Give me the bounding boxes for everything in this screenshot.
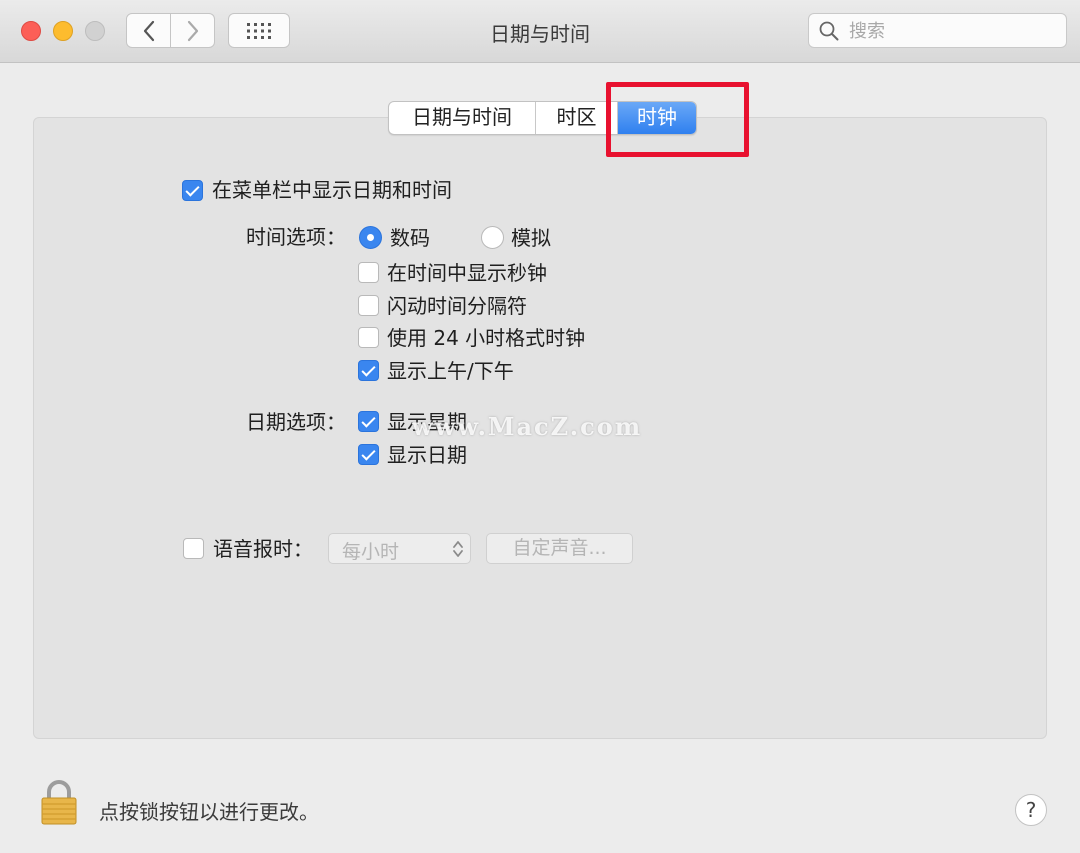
search-input[interactable] <box>847 18 1051 45</box>
show-seconds-checkbox[interactable] <box>358 262 379 283</box>
date-options-label: 日期选项： <box>246 410 346 434</box>
digital-radio[interactable] <box>359 226 382 249</box>
annotation-highlight-box <box>606 82 749 157</box>
flash-separators-label: 闪动时间分隔符 <box>387 294 527 318</box>
use-24-hour-label: 使用 24 小时格式时钟 <box>387 326 586 350</box>
announce-time-label: 语音报时： <box>213 537 313 561</box>
digital-radio-label: 数码 <box>390 226 430 250</box>
lock-icon[interactable] <box>40 779 78 825</box>
announce-time-checkbox[interactable] <box>183 538 204 559</box>
search-field[interactable] <box>808 13 1067 48</box>
analog-radio-label: 模拟 <box>511 226 551 250</box>
watermark-text: www.MacZ.com <box>412 412 643 441</box>
announce-interval-select[interactable]: 每小时 <box>328 533 471 564</box>
show-seconds-label: 在时间中显示秒钟 <box>387 261 547 285</box>
announce-interval-value: 每小时 <box>342 541 400 563</box>
time-options-label: 时间选项： <box>246 225 346 249</box>
use-24-hour-checkbox[interactable] <box>358 327 379 348</box>
show-am-pm-checkbox[interactable] <box>358 360 379 381</box>
custom-voice-button[interactable]: 自定声音... <box>486 533 633 564</box>
analog-radio[interactable] <box>481 226 504 249</box>
search-icon <box>819 21 839 41</box>
title-bar: 日期与时间 <box>0 0 1080 63</box>
updown-arrows-icon <box>453 541 463 557</box>
tab-date-time[interactable]: 日期与时间 <box>389 102 536 134</box>
help-button[interactable]: ? <box>1015 794 1047 826</box>
show-weekday-checkbox[interactable] <box>358 411 379 432</box>
flash-separators-checkbox[interactable] <box>358 295 379 316</box>
lock-message: 点按锁按钮以进行更改。 <box>99 800 319 824</box>
show-in-menubar-checkbox[interactable] <box>182 180 203 201</box>
show-in-menubar-label: 在菜单栏中显示日期和时间 <box>212 178 452 202</box>
show-date-checkbox[interactable] <box>358 444 379 465</box>
show-am-pm-label: 显示上午/下午 <box>387 359 514 383</box>
show-date-label: 显示日期 <box>387 443 467 467</box>
